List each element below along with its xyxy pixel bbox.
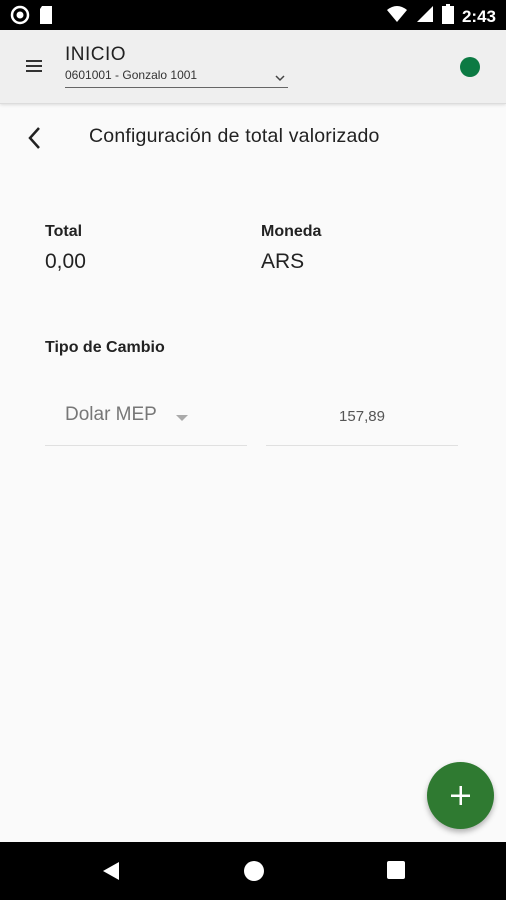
exchange-rate-input[interactable]: 157,89	[266, 394, 458, 446]
account-selector-value: 0601001 - Gonzalo 1001	[65, 68, 198, 82]
page-title: Configuración de total valorizado	[89, 125, 380, 147]
system-nav-bar	[0, 842, 506, 900]
notification-circle-icon	[10, 5, 30, 30]
total-value: 0,00	[45, 250, 86, 273]
sim-card-icon	[38, 5, 54, 30]
back-triangle-icon[interactable]	[101, 860, 123, 887]
currency-value: ARS	[261, 250, 305, 273]
recents-square-icon[interactable]	[386, 860, 406, 885]
dropdown-arrow-icon	[176, 415, 188, 421]
hamburger-menu-icon[interactable]	[24, 58, 44, 74]
clock: 2:43	[461, 6, 496, 26]
chevron-down-icon	[274, 70, 286, 88]
exchange-rate-value: 157,89	[339, 408, 385, 425]
home-circle-icon[interactable]	[243, 860, 265, 887]
app-title: INICIO	[65, 44, 127, 65]
plus-icon	[451, 786, 470, 805]
currency-label: Moneda	[261, 223, 322, 240]
battery-icon	[441, 4, 454, 29]
add-button[interactable]	[427, 762, 494, 829]
account-selector[interactable]: 0601001 - Gonzalo 1001	[65, 68, 288, 88]
connection-status-dot	[460, 57, 480, 77]
status-bar: 2:43	[0, 0, 506, 30]
signal-icon	[416, 5, 434, 28]
exchange-type-label: Tipo de Cambio	[45, 339, 165, 356]
back-arrow-icon[interactable]	[24, 124, 48, 152]
exchange-type-dropdown[interactable]: Dolar MEP	[45, 394, 247, 446]
wifi-icon	[386, 5, 408, 28]
app-bar: INICIO 0601001 - Gonzalo 1001	[0, 30, 506, 104]
total-label: Total	[45, 223, 83, 240]
exchange-type-value: Dolar MEP	[65, 404, 157, 425]
